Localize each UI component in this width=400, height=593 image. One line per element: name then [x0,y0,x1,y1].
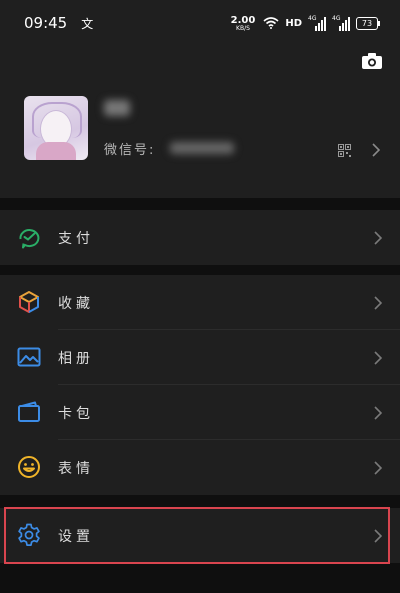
battery-icon: 73 [356,17,380,30]
wechat-id-value-blurred [170,142,234,154]
menu-item-cards[interactable]: 卡包 [0,385,400,440]
menu-item-favorites[interactable]: 收藏 [0,275,400,330]
services-group: 收藏 相册 卡包 表情 [0,275,400,495]
menu-item-pay[interactable]: 支付 [0,210,400,265]
status-indicators: 2.00 KB/S HD 4G 4G 73 [230,14,380,33]
avatar[interactable] [24,96,88,160]
profile-header[interactable]: 微信号: [0,48,400,198]
status-time: 09:45 [24,14,68,32]
camera-icon[interactable] [362,53,382,69]
chevron-right-icon [374,406,382,420]
chevron-right-icon [372,142,381,161]
wechat-id-label: 微信号: [104,143,156,158]
settings-highlight-box [4,507,390,564]
pay-group: 支付 [0,210,400,265]
signal-icon: 4G [308,14,326,31]
status-bar: 09:45 文 2.00 KB/S HD 4G 4G 73 [0,0,400,48]
menu-item-album-label: 相册 [58,350,94,367]
signal-label-2: 4G [332,14,341,22]
hd-indicator: HD [285,18,302,29]
network-speed-value: 2.00 [230,14,256,26]
pay-icon [17,225,41,249]
qr-code-icon[interactable] [338,142,351,157]
menu-item-stickers[interactable]: 表情 [0,440,400,495]
profile-name-blurred [104,100,130,116]
signal-label: 4G [308,14,317,22]
smiley-icon [17,455,41,479]
menu-item-cards-label: 卡包 [58,405,94,422]
network-speed-unit: KB/S [236,24,250,32]
menu-item-album[interactable]: 相册 [0,330,400,385]
chevron-right-icon [374,461,382,475]
chevron-right-icon [374,296,382,310]
chevron-right-icon [374,351,382,365]
signal-icon-2: 4G [332,14,350,31]
album-icon [17,345,41,369]
favorites-cube-icon [17,290,41,314]
menu-item-favorites-label: 收藏 [58,295,94,312]
language-indicator-icon: 文 [81,16,94,31]
menu-item-stickers-label: 表情 [58,460,94,477]
wallet-card-icon [17,400,41,424]
chevron-right-icon [374,231,382,245]
network-speed: 2.00 KB/S [230,14,256,32]
wifi-icon [263,14,279,33]
menu-item-pay-label: 支付 [58,230,94,247]
